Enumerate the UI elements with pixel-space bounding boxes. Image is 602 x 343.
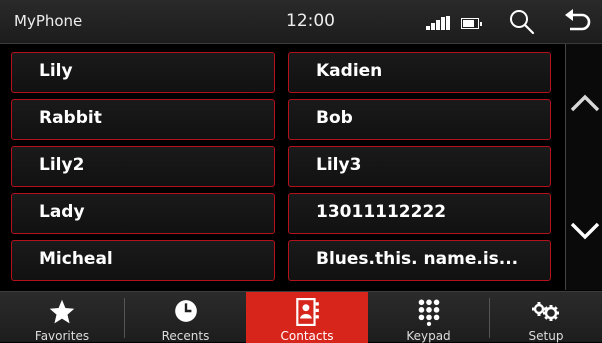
tab-label: Contacts [280,329,334,343]
contact-book-icon [296,298,319,326]
scroll-column [565,44,602,290]
scroll-up-button[interactable] [568,86,602,120]
contact-name: Blues.this. name.is... [316,249,519,269]
keypad-icon [418,299,439,326]
contact-name: Micheal [39,249,113,269]
contact-name: Lily2 [39,155,85,175]
signal-icon [426,16,452,30]
contact-name: Rabbit [39,108,102,128]
contact-name: Lily [39,61,73,81]
contact-item[interactable]: Lily3 [288,146,551,187]
tab-contacts[interactable]: Contacts [246,292,368,343]
contact-item[interactable]: Lady [11,193,275,234]
tab-favorites[interactable]: Favorites [0,292,124,343]
contact-item[interactable]: Blues.this. name.is... [288,240,551,281]
tab-keypad[interactable]: Keypad [368,292,489,343]
tab-bar: Favorites Recents Contacts Keypad Setup [0,291,602,343]
tab-label: Setup [528,329,564,343]
search-icon [510,10,535,35]
back-button[interactable] [562,8,592,36]
tab-setup[interactable]: Setup [490,292,602,343]
contact-name: Bob [316,108,353,128]
search-button[interactable] [508,8,536,36]
back-icon [565,9,591,31]
battery-icon [461,18,482,29]
contact-name: Lady [39,202,85,222]
tab-label: Keypad [406,329,451,343]
chevron-down-icon [570,222,600,240]
chevron-up-icon [570,94,600,112]
contact-name: Lily3 [316,155,362,175]
tab-recents[interactable]: Recents [125,292,246,343]
star-icon [49,299,75,324]
tab-label: Recents [161,329,210,343]
tab-label: Favorites [34,329,90,343]
contact-item[interactable]: Bob [288,99,551,140]
contact-name: 13011112222 [316,202,447,222]
contact-item[interactable]: Lily2 [11,146,275,187]
gears-icon [532,302,559,321]
status-bar: MyPhone 12:00 [0,0,602,44]
clock-icon [174,300,197,322]
contact-item[interactable]: Micheal [11,240,275,281]
app-title: MyPhone [14,12,83,30]
contact-item[interactable]: Lily [11,52,275,93]
clock: 12:00 [286,11,335,31]
scroll-down-button[interactable] [568,214,602,248]
contact-item[interactable]: Rabbit [11,99,275,140]
contact-name: Kadien [316,61,383,81]
contact-item[interactable]: Kadien [288,52,551,93]
contact-grid: Lily Kadien Rabbit Bob Lily2 Lily3 Lady … [0,44,565,290]
contact-item[interactable]: 13011112222 [288,193,551,234]
